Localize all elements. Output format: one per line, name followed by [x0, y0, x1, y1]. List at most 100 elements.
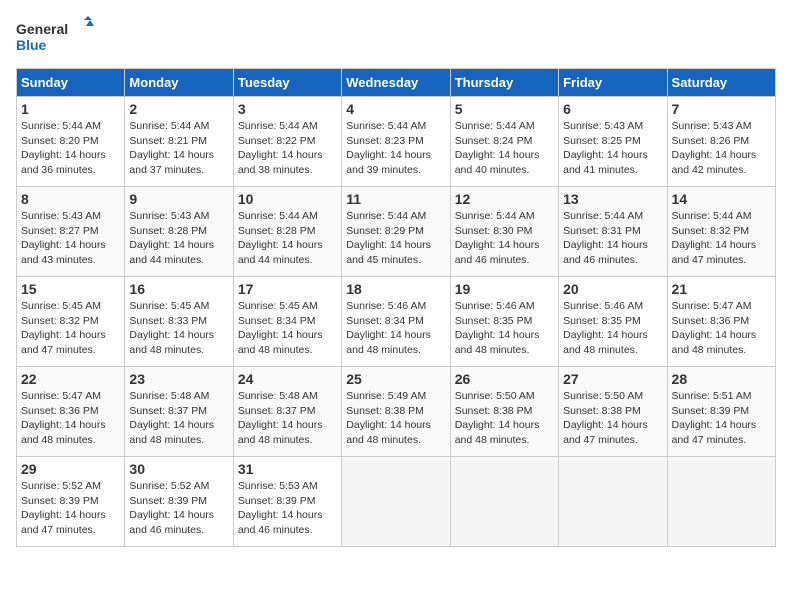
day-number: 22: [21, 371, 120, 387]
calendar-cell: 5Sunrise: 5:44 AMSunset: 8:24 PMDaylight…: [450, 97, 558, 187]
day-number: 21: [672, 281, 771, 297]
day-info: Sunrise: 5:44 AMSunset: 8:30 PMDaylight:…: [455, 209, 554, 268]
svg-text:General: General: [16, 21, 68, 37]
day-number: 6: [563, 101, 662, 117]
day-number: 1: [21, 101, 120, 117]
calendar-cell: 12 Sunrise: 5:44 AMSunset: 8:30 PMDayligh…: [450, 187, 558, 277]
day-info: Sunrise: 5:47 AMSunset: 8:36 PMDaylight:…: [21, 389, 120, 448]
calendar-cell: 11 Sunrise: 5:44 AMSunset: 8:29 PMDayligh…: [342, 187, 450, 277]
logo-svg: General Blue: [16, 16, 96, 56]
day-number: 11: [346, 191, 445, 207]
header: General Blue: [16, 16, 776, 56]
calendar-cell: 24Sunrise: 5:48 AMSunset: 8:37 PMDayligh…: [233, 367, 341, 457]
day-number: 17: [238, 281, 337, 297]
day-number: 16: [129, 281, 228, 297]
day-info: Sunrise: 5:50 AMSunset: 8:38 PMDaylight:…: [455, 389, 554, 448]
week-row-2: 8 Sunrise: 5:43 AMSunset: 8:27 PMDaylight…: [17, 187, 776, 277]
day-info: Sunrise: 5:44 AMSunset: 8:24 PMDaylight:…: [455, 119, 554, 178]
calendar-cell: 13 Sunrise: 5:44 AMSunset: 8:31 PMDayligh…: [559, 187, 667, 277]
day-info: Sunrise: 5:51 AMSunset: 8:39 PMDaylight:…: [672, 389, 771, 448]
day-info: Sunrise: 5:48 AMSunset: 8:37 PMDaylight:…: [129, 389, 228, 448]
calendar-cell: 6 Sunrise: 5:43 AMSunset: 8:25 PMDaylight…: [559, 97, 667, 187]
day-info: Sunrise: 5:44 AMSunset: 8:31 PMDaylight:…: [563, 209, 662, 268]
calendar-cell: 18 Sunrise: 5:46 AMSunset: 8:34 PMDayligh…: [342, 277, 450, 367]
day-number: 25: [346, 371, 445, 387]
calendar-table: SundayMondayTuesdayWednesdayThursdayFrid…: [16, 68, 776, 547]
day-number: 30: [129, 461, 228, 477]
calendar-cell: 1Sunrise: 5:44 AMSunset: 8:20 PMDaylight…: [17, 97, 125, 187]
week-row-3: 15 Sunrise: 5:45 AMSunset: 8:32 PMDayligh…: [17, 277, 776, 367]
calendar-cell: 27 Sunrise: 5:50 AMSunset: 8:38 PMDayligh…: [559, 367, 667, 457]
calendar-cell: 22 Sunrise: 5:47 AMSunset: 8:36 PMDayligh…: [17, 367, 125, 457]
day-info: Sunrise: 5:44 AMSunset: 8:29 PMDaylight:…: [346, 209, 445, 268]
calendar-cell: 29 Sunrise: 5:52 AMSunset: 8:39 PMDayligh…: [17, 457, 125, 547]
day-info: Sunrise: 5:50 AMSunset: 8:38 PMDaylight:…: [563, 389, 662, 448]
header-saturday: Saturday: [667, 69, 775, 97]
calendar-cell: 21 Sunrise: 5:47 AMSunset: 8:36 PMDayligh…: [667, 277, 775, 367]
day-number: 13: [563, 191, 662, 207]
day-info: Sunrise: 5:44 AMSunset: 8:28 PMDaylight:…: [238, 209, 337, 268]
calendar-cell: 26 Sunrise: 5:50 AMSunset: 8:38 PMDayligh…: [450, 367, 558, 457]
calendar-cell: 10Sunrise: 5:44 AMSunset: 8:28 PMDayligh…: [233, 187, 341, 277]
day-number: 31: [238, 461, 337, 477]
logo: General Blue: [16, 16, 96, 56]
calendar-cell: 31 Sunrise: 5:53 AMSunset: 8:39 PMDayligh…: [233, 457, 341, 547]
day-info: Sunrise: 5:43 AMSunset: 8:25 PMDaylight:…: [563, 119, 662, 178]
day-info: Sunrise: 5:46 AMSunset: 8:35 PMDaylight:…: [455, 299, 554, 358]
calendar-cell: 16 Sunrise: 5:45 AMSunset: 8:33 PMDayligh…: [125, 277, 233, 367]
day-info: Sunrise: 5:43 AMSunset: 8:28 PMDaylight:…: [129, 209, 228, 268]
calendar-cell: [450, 457, 558, 547]
day-info: Sunrise: 5:44 AMSunset: 8:21 PMDaylight:…: [129, 119, 228, 178]
calendar-cell: 30 Sunrise: 5:52 AMSunset: 8:39 PMDayligh…: [125, 457, 233, 547]
header-tuesday: Tuesday: [233, 69, 341, 97]
day-number: 7: [672, 101, 771, 117]
day-number: 15: [21, 281, 120, 297]
day-number: 18: [346, 281, 445, 297]
day-info: Sunrise: 5:53 AMSunset: 8:39 PMDaylight:…: [238, 479, 337, 538]
calendar-cell: 3Sunrise: 5:44 AMSunset: 8:22 PMDaylight…: [233, 97, 341, 187]
day-number: 9: [129, 191, 228, 207]
day-info: Sunrise: 5:43 AMSunset: 8:27 PMDaylight:…: [21, 209, 120, 268]
day-info: Sunrise: 5:44 AMSunset: 8:32 PMDaylight:…: [672, 209, 771, 268]
calendar-cell: 19 Sunrise: 5:46 AMSunset: 8:35 PMDayligh…: [450, 277, 558, 367]
calendar-cell: 8 Sunrise: 5:43 AMSunset: 8:27 PMDaylight…: [17, 187, 125, 277]
header-monday: Monday: [125, 69, 233, 97]
week-row-5: 29 Sunrise: 5:52 AMSunset: 8:39 PMDayligh…: [17, 457, 776, 547]
calendar-cell: 15 Sunrise: 5:45 AMSunset: 8:32 PMDayligh…: [17, 277, 125, 367]
svg-text:Blue: Blue: [16, 37, 47, 53]
day-number: 26: [455, 371, 554, 387]
calendar-cell: 28Sunrise: 5:51 AMSunset: 8:39 PMDayligh…: [667, 367, 775, 457]
calendar-cell: 23 Sunrise: 5:48 AMSunset: 8:37 PMDayligh…: [125, 367, 233, 457]
calendar-cell: [667, 457, 775, 547]
day-number: 20: [563, 281, 662, 297]
day-number: 29: [21, 461, 120, 477]
day-info: Sunrise: 5:46 AMSunset: 8:34 PMDaylight:…: [346, 299, 445, 358]
calendar-cell: 9 Sunrise: 5:43 AMSunset: 8:28 PMDaylight…: [125, 187, 233, 277]
day-info: Sunrise: 5:45 AMSunset: 8:32 PMDaylight:…: [21, 299, 120, 358]
calendar-cell: 17 Sunrise: 5:45 AMSunset: 8:34 PMDayligh…: [233, 277, 341, 367]
header-row: SundayMondayTuesdayWednesdayThursdayFrid…: [17, 69, 776, 97]
calendar-cell: 14Sunrise: 5:44 AMSunset: 8:32 PMDayligh…: [667, 187, 775, 277]
day-info: Sunrise: 5:45 AMSunset: 8:34 PMDaylight:…: [238, 299, 337, 358]
day-number: 2: [129, 101, 228, 117]
page-container: General Blue SundayMondayTuesdayWednesda…: [16, 16, 776, 547]
day-number: 27: [563, 371, 662, 387]
day-number: 12: [455, 191, 554, 207]
calendar-cell: 7Sunrise: 5:43 AMSunset: 8:26 PMDaylight…: [667, 97, 775, 187]
day-info: Sunrise: 5:52 AMSunset: 8:39 PMDaylight:…: [21, 479, 120, 538]
day-info: Sunrise: 5:44 AMSunset: 8:23 PMDaylight:…: [346, 119, 445, 178]
day-info: Sunrise: 5:45 AMSunset: 8:33 PMDaylight:…: [129, 299, 228, 358]
day-info: Sunrise: 5:52 AMSunset: 8:39 PMDaylight:…: [129, 479, 228, 538]
day-info: Sunrise: 5:47 AMSunset: 8:36 PMDaylight:…: [672, 299, 771, 358]
day-number: 8: [21, 191, 120, 207]
day-number: 3: [238, 101, 337, 117]
day-number: 19: [455, 281, 554, 297]
header-wednesday: Wednesday: [342, 69, 450, 97]
day-number: 23: [129, 371, 228, 387]
day-info: Sunrise: 5:48 AMSunset: 8:37 PMDaylight:…: [238, 389, 337, 448]
day-info: Sunrise: 5:49 AMSunset: 8:38 PMDaylight:…: [346, 389, 445, 448]
header-thursday: Thursday: [450, 69, 558, 97]
calendar-cell: 2 Sunrise: 5:44 AMSunset: 8:21 PMDaylight…: [125, 97, 233, 187]
header-sunday: Sunday: [17, 69, 125, 97]
calendar-cell: 4Sunrise: 5:44 AMSunset: 8:23 PMDaylight…: [342, 97, 450, 187]
